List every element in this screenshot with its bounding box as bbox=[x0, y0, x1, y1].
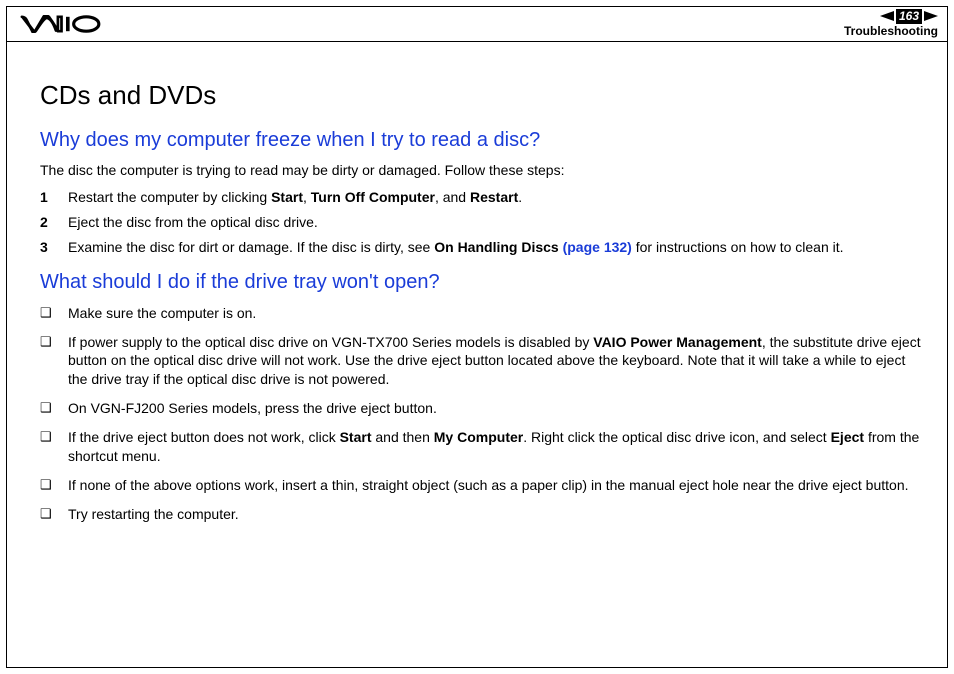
page-content: CDs and DVDs Why does my computer freeze… bbox=[40, 80, 924, 534]
text: . bbox=[518, 189, 522, 205]
text: , bbox=[303, 189, 311, 205]
text: . Right click the optical disc drive ico… bbox=[523, 429, 830, 445]
page-header: 163 Troubleshooting bbox=[6, 6, 948, 42]
list-item: On VGN-FJ200 Series models, press the dr… bbox=[40, 399, 924, 418]
bold-text: VAIO Power Management bbox=[593, 334, 762, 350]
question-2-list: Make sure the computer is on. If power s… bbox=[40, 304, 924, 524]
page-navigation: 163 bbox=[844, 9, 938, 23]
section-label: Troubleshooting bbox=[844, 24, 938, 38]
question-1-intro: The disc the computer is trying to read … bbox=[40, 162, 924, 178]
text: , and bbox=[435, 189, 470, 205]
bold-text: Eject bbox=[831, 429, 864, 445]
page-link[interactable]: (page 132) bbox=[563, 239, 632, 255]
question-1-steps: Restart the computer by clicking Start , … bbox=[40, 188, 924, 257]
bold-text: Restart bbox=[470, 189, 518, 205]
list-item: If none of the above options work, inser… bbox=[40, 476, 924, 495]
header-right: 163 Troubleshooting bbox=[844, 9, 938, 38]
step-3: Examine the disc for dirt or damage. If … bbox=[40, 238, 924, 257]
step-2: Eject the disc from the optical disc dri… bbox=[40, 213, 924, 232]
bold-text: Start bbox=[340, 429, 372, 445]
bold-text: Start bbox=[271, 189, 303, 205]
bold-text: Turn Off Computer bbox=[311, 189, 435, 205]
list-item: If power supply to the optical disc driv… bbox=[40, 333, 924, 390]
question-2-heading: What should I do if the drive tray won't… bbox=[40, 271, 924, 294]
text: Restart the computer by clicking bbox=[68, 189, 271, 205]
list-item: Try restarting the computer. bbox=[40, 505, 924, 524]
text: Examine the disc for dirt or damage. If … bbox=[68, 239, 434, 255]
question-1-heading: Why does my computer freeze when I try t… bbox=[40, 129, 924, 152]
next-page-arrow-icon[interactable] bbox=[924, 11, 938, 21]
bold-text: My Computer bbox=[434, 429, 523, 445]
page-number: 163 bbox=[896, 9, 922, 23]
text: If power supply to the optical disc driv… bbox=[68, 334, 593, 350]
text: and then bbox=[371, 429, 433, 445]
page-title: CDs and DVDs bbox=[40, 80, 924, 111]
text: If the drive eject button does not work,… bbox=[68, 429, 340, 445]
bold-text: On Handling Discs bbox=[434, 239, 562, 255]
list-item: If the drive eject button does not work,… bbox=[40, 428, 924, 466]
list-item: Make sure the computer is on. bbox=[40, 304, 924, 323]
step-1: Restart the computer by clicking Start , … bbox=[40, 188, 924, 207]
text: for instructions on how to clean it. bbox=[632, 239, 844, 255]
prev-page-arrow-icon[interactable] bbox=[880, 11, 894, 21]
vaio-logo bbox=[16, 15, 116, 33]
